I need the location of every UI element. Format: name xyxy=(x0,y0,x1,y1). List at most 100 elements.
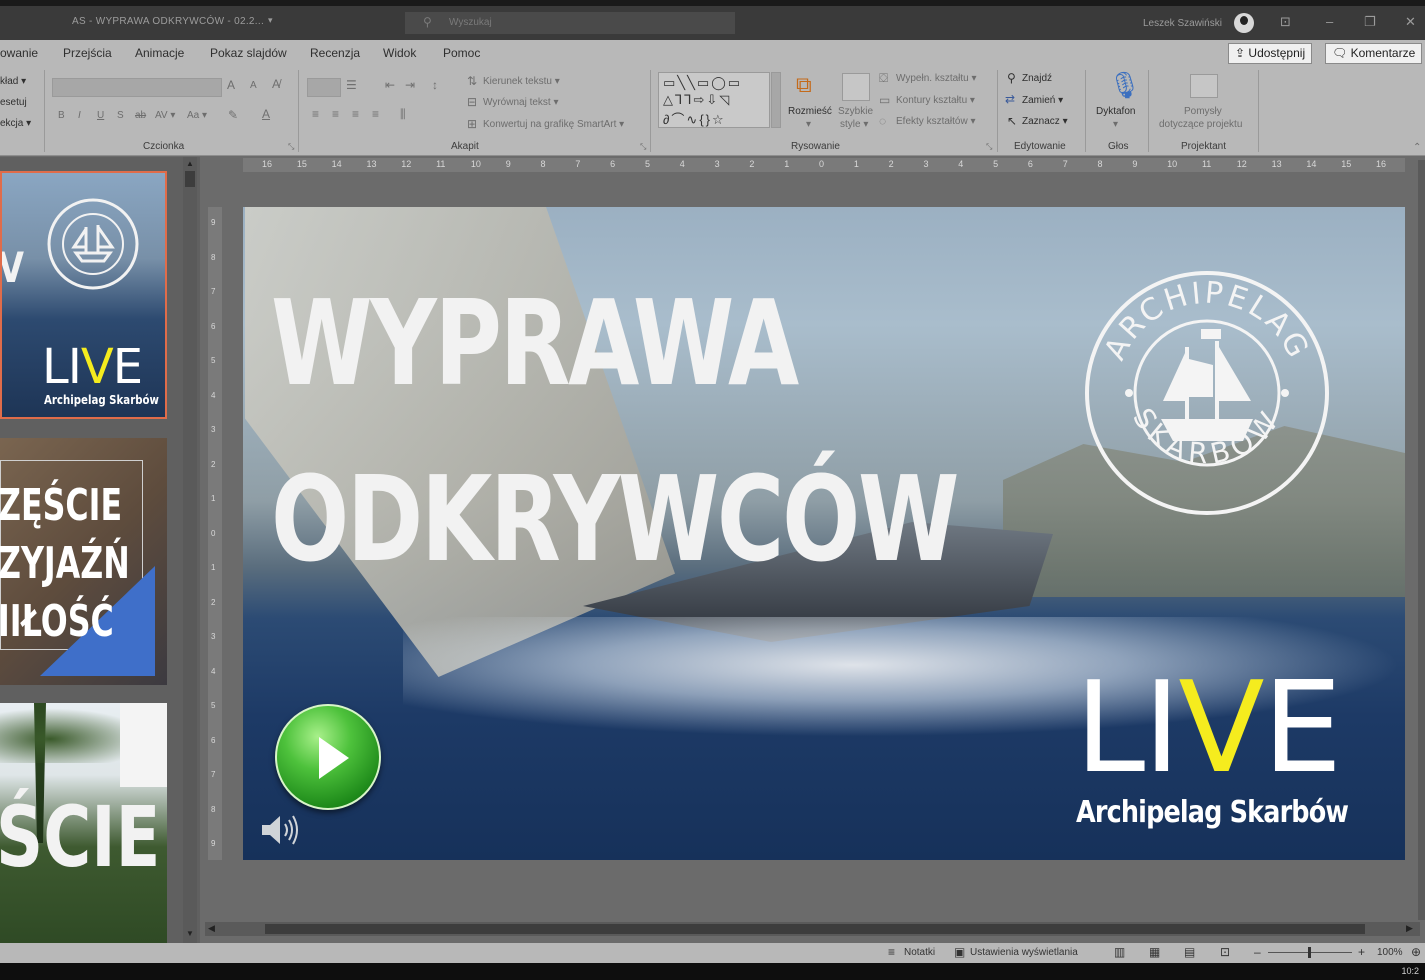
arrange-button[interactable]: Rozmieść xyxy=(788,106,832,117)
align-center-icon[interactable]: ≡ xyxy=(332,107,339,121)
ribbon-display-options-icon[interactable]: ⊡ xyxy=(1280,14,1291,30)
underline-button[interactable]: U xyxy=(97,110,104,121)
text-direction-button[interactable]: Kierunek tekstu ▾ xyxy=(483,76,560,87)
columns-icon[interactable]: ⫼ xyxy=(400,107,406,122)
zoom-in-button[interactable]: + xyxy=(1358,945,1365,959)
quick-styles-icon xyxy=(842,73,870,101)
play-button[interactable] xyxy=(275,704,381,810)
align-right-icon[interactable]: ≡ xyxy=(352,107,359,121)
bold-button[interactable]: B xyxy=(58,110,65,121)
italic-button[interactable]: I xyxy=(78,110,81,121)
reset-button[interactable]: esetuj xyxy=(0,97,27,108)
design-ideas-button[interactable]: Pomysły xyxy=(1184,106,1222,117)
strikethrough-button[interactable]: ab xyxy=(135,110,146,121)
divider xyxy=(298,70,299,152)
tab-design[interactable]: owanie xyxy=(0,46,38,60)
reading-view-icon[interactable]: ▤ xyxy=(1184,945,1195,959)
shape-outline-button[interactable]: Kontury kształtu ▾ xyxy=(896,95,975,106)
shapes-row-1-icon[interactable]: ▭╲╲▭◯▭ xyxy=(663,75,742,91)
slide-thumbnail-3[interactable]: ŚCIE xyxy=(0,703,167,943)
search-input[interactable]: ⚲ Wyszukaj xyxy=(405,12,735,34)
font-name-field[interactable] xyxy=(52,78,222,97)
canvas-vertical-scrollbar[interactable] xyxy=(1418,160,1425,920)
grow-font-button[interactable]: A xyxy=(227,78,235,92)
convert-smartart-button[interactable]: Konwertuj na grafikę SmartArt ▾ xyxy=(483,119,624,130)
clear-formatting-icon[interactable]: A̸ xyxy=(272,77,280,91)
display-settings-icon: ▣ xyxy=(954,945,966,959)
section-button[interactable]: ekcja ▾ xyxy=(0,118,31,129)
slide-sorter-icon[interactable]: ▦ xyxy=(1149,945,1160,959)
zoom-slider[interactable] xyxy=(1268,947,1352,958)
font-color-icon[interactable]: A xyxy=(262,107,270,121)
shapes-row-2-icon[interactable]: △⅂⅂⇨⇩◹ xyxy=(663,92,731,108)
tab-animations[interactable]: Animacje xyxy=(135,46,184,60)
fit-slide-icon[interactable]: ⊕ xyxy=(1411,945,1421,959)
scroll-thumb[interactable] xyxy=(185,171,195,187)
close-button[interactable]: ✕ xyxy=(1405,14,1416,30)
scroll-left-icon[interactable]: ◀ xyxy=(208,923,215,934)
comments-button[interactable]: 🗨 Komentarze xyxy=(1325,43,1423,64)
shapes-row-3-icon[interactable]: ∂⌒∿{}☆ xyxy=(663,109,726,128)
share-icon: ⇪ xyxy=(1235,46,1246,60)
chevron-down-icon[interactable]: ▾ xyxy=(268,15,273,26)
live-subtitle[interactable]: Archipelag Skarbów xyxy=(1076,795,1349,830)
normal-view-icon[interactable]: ▥ xyxy=(1114,945,1125,959)
layout-button[interactable]: kład ▾ xyxy=(0,76,26,87)
bullets-button[interactable] xyxy=(307,78,341,97)
shrink-font-button[interactable]: A xyxy=(250,80,257,91)
tab-transitions[interactable]: Przejścia xyxy=(63,46,112,60)
justify-icon[interactable]: ≡ xyxy=(372,107,379,121)
tab-slideshow[interactable]: Pokaz slajdów xyxy=(210,46,287,60)
share-button[interactable]: ⇪ Udostępnij xyxy=(1228,43,1313,64)
tab-review[interactable]: Recenzja xyxy=(310,46,360,60)
dictate-button[interactable]: Dyktafon xyxy=(1096,106,1135,117)
notes-button[interactable]: Notatki xyxy=(904,947,935,958)
scroll-up-icon[interactable]: ▲ xyxy=(186,159,194,168)
quick-styles-button[interactable]: Szybkie xyxy=(838,106,873,117)
increase-indent-icon[interactable]: ⇥ xyxy=(405,78,415,92)
drawing-dialog-launcher-icon[interactable]: ⤡ xyxy=(986,142,992,152)
live-logo[interactable]: LIVE xyxy=(1075,665,1342,791)
scroll-down-icon[interactable]: ▼ xyxy=(186,929,194,938)
align-left-icon[interactable]: ≡ xyxy=(312,107,319,121)
shadow-button[interactable]: S xyxy=(117,110,124,121)
font-dialog-launcher-icon[interactable]: ⤡ xyxy=(288,142,294,152)
zoom-level[interactable]: 100% xyxy=(1377,947,1403,958)
archipelag-seal-logo[interactable]: ARCHIPELAG SKARBÓW xyxy=(1083,269,1331,517)
shapes-gallery[interactable]: ▭╲╲▭◯▭ △⅂⅂⇨⇩◹ ∂⌒∿{}☆ xyxy=(658,72,770,128)
avatar[interactable] xyxy=(1234,13,1254,33)
select-button[interactable]: Zaznacz ▾ xyxy=(1022,116,1068,127)
shape-effects-button[interactable]: Efekty kształtów ▾ xyxy=(896,116,976,127)
speaker-icon[interactable] xyxy=(260,813,300,847)
line-spacing-icon[interactable]: ↕ xyxy=(432,78,438,92)
tab-view[interactable]: Widok xyxy=(383,46,416,60)
slide-thumbnail-1[interactable]: V LIVE Archipelag Skarbów xyxy=(0,171,167,419)
user-name[interactable]: Leszek Szawiński xyxy=(1143,18,1222,29)
display-settings-button[interactable]: Ustawienia wyświetlania xyxy=(970,947,1078,958)
character-spacing-button[interactable]: AV ▾ xyxy=(155,110,175,121)
search-placeholder: Wyszukaj xyxy=(449,17,492,28)
thumbnail-scrollbar[interactable]: ▲ ▼ xyxy=(183,157,197,943)
align-text-button[interactable]: Wyrównaj tekst ▾ xyxy=(483,97,559,108)
numbering-icon[interactable]: ☰ xyxy=(346,78,357,92)
slideshow-icon[interactable]: ⊡ xyxy=(1220,945,1230,959)
scroll-thumb[interactable] xyxy=(265,924,1365,934)
find-button[interactable]: Znajdź xyxy=(1022,73,1052,84)
scroll-right-icon[interactable]: ▶ xyxy=(1406,923,1413,934)
tab-help[interactable]: Pomoc xyxy=(443,46,480,60)
shapes-gallery-scroll[interactable] xyxy=(771,72,781,128)
collapse-ribbon-icon[interactable]: ⌃ xyxy=(1413,142,1421,153)
decrease-indent-icon[interactable]: ⇤ xyxy=(385,78,395,92)
slide-title[interactable]: WYPRAWA ODKRYWCÓW xyxy=(271,255,960,607)
highlight-icon[interactable]: ✎ xyxy=(228,108,238,122)
restore-button[interactable]: ❐ xyxy=(1364,14,1376,30)
paragraph-dialog-launcher-icon[interactable]: ⤡ xyxy=(640,142,646,152)
zoom-out-button[interactable]: – xyxy=(1254,945,1261,959)
canvas-horizontal-scrollbar[interactable]: ◀ ▶ xyxy=(205,922,1420,936)
slide-thumbnail-2[interactable]: ZĘŚCIE ZYJAŹŃ IIŁOŚĆ xyxy=(0,438,167,685)
shape-fill-button[interactable]: Wypełn. kształtu ▾ xyxy=(896,73,977,84)
minimize-button[interactable]: – xyxy=(1326,14,1333,29)
replace-button[interactable]: Zamień ▾ xyxy=(1022,95,1063,106)
change-case-button[interactable]: Aa ▾ xyxy=(187,110,207,121)
slide-canvas[interactable]: WYPRAWA ODKRYWCÓW ARCHIPELAG SKARBÓW LIV… xyxy=(243,207,1405,860)
